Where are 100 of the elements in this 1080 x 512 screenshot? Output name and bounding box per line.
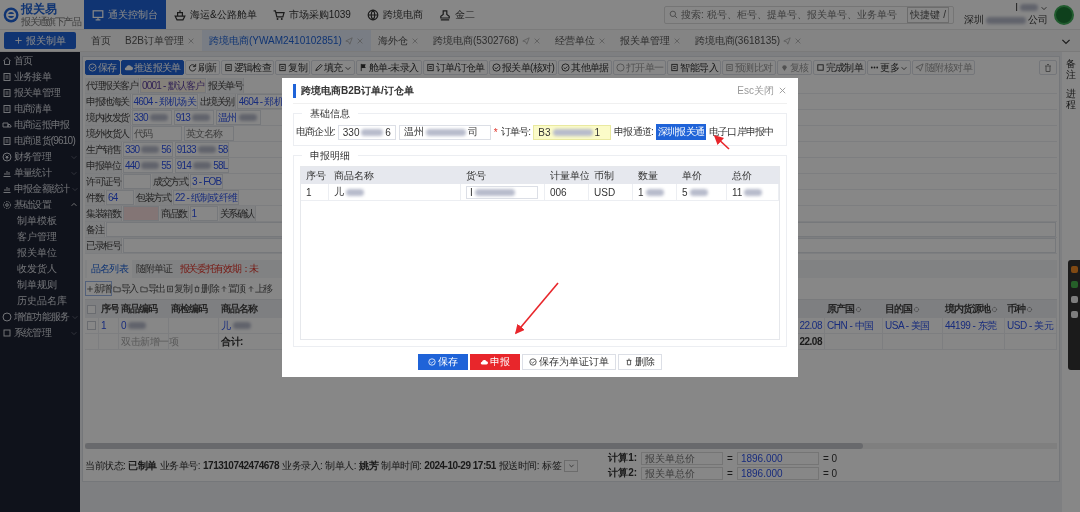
toolbar-button[interactable]: 智能导入: [667, 60, 722, 75]
toolbar-button[interactable]: 报关单(核对): [488, 60, 558, 75]
page-tab[interactable]: 首页: [84, 30, 118, 51]
sidebar-item[interactable]: 电商运抵申报: [0, 117, 80, 133]
page-tab[interactable]: 跨境电商(3618135): [687, 30, 810, 51]
page-tab[interactable]: 跨境电商(5302768): [425, 30, 548, 51]
input-field[interactable]: 温州: [216, 110, 261, 125]
toolbar-button[interactable]: 导出: [138, 281, 166, 296]
input-field[interactable]: 英文名称: [183, 126, 234, 141]
input-field[interactable]: 64: [106, 190, 134, 205]
toolbar-button[interactable]: 复制: [275, 60, 311, 75]
delete-button[interactable]: [1039, 60, 1057, 75]
sidebar-item[interactable]: 业务接单: [0, 69, 80, 85]
sidebar-item[interactable]: 基础设置: [0, 197, 80, 213]
list-tab[interactable]: 随附单证: [131, 260, 177, 278]
list-tab[interactable]: 品名列表: [87, 260, 132, 278]
sidebar-item[interactable]: 制单模板: [0, 213, 80, 229]
floating-widget[interactable]: [1068, 260, 1080, 370]
page-tab[interactable]: 海外仓: [370, 30, 426, 51]
sidebar-item[interactable]: 电商清单: [0, 101, 80, 117]
page-tab[interactable]: 经营单位: [547, 30, 613, 51]
toolbar-button[interactable]: 订单/订仓单: [422, 60, 488, 75]
dialog-button[interactable]: 保存为单证订单: [522, 354, 616, 370]
toolbar-button[interactable]: 填充: [311, 60, 355, 75]
input-field[interactable]: 914 58L: [174, 158, 230, 173]
input-field[interactable]: 1896.000: [736, 466, 819, 480]
sidebar-item[interactable]: 申报金额统计: [0, 181, 80, 197]
page-tab[interactable]: B2B订单管理: [118, 30, 202, 51]
checkbox[interactable]: [87, 304, 96, 314]
input-field[interactable]: 330 6: [337, 124, 396, 140]
input-field[interactable]: 22 - 纸制或纤维: [173, 190, 239, 205]
dialog-button[interactable]: 删除: [618, 354, 662, 370]
input-field[interactable]: 330 56: [123, 142, 173, 157]
input-field[interactable]: 3 - FOB: [190, 174, 224, 189]
scrollbar[interactable]: [85, 443, 1057, 449]
toolbar-button[interactable]: 更多: [867, 60, 911, 75]
sidebar-item[interactable]: 报关单管理: [0, 85, 80, 101]
sidebar-item[interactable]: 收发货人: [0, 261, 80, 277]
input-field[interactable]: 报关单总价: [641, 451, 724, 465]
table-cell: CHN - 中国: [827, 318, 874, 333]
toolbar-button[interactable]: 新增: [85, 281, 112, 296]
search-field[interactable]: 搜索: 税号、柜号、提单号、报关单号、业务单号 快捷键 /: [664, 5, 954, 24]
nav-tab[interactable]: 海运&公路舱单: [166, 0, 265, 29]
close-button[interactable]: [778, 86, 787, 95]
sidebar-item[interactable]: 客户管理: [0, 229, 80, 245]
toolbar-button[interactable]: 刷新: [184, 60, 220, 75]
page-tab[interactable]: 跨境电商(YWAM2410102851): [201, 30, 371, 51]
input-field[interactable]: I: [466, 185, 538, 199]
company-name: 公司: [1028, 13, 1048, 27]
close-icon: [532, 36, 541, 45]
toolbar-button[interactable]: 其他单据: [558, 60, 612, 75]
sidebar-item[interactable]: 历史品名库: [0, 293, 80, 309]
toolbar-button[interactable]: 推送报关单: [120, 60, 184, 75]
scrollbar-thumb[interactable]: [85, 443, 863, 449]
tag-select[interactable]: [564, 459, 579, 472]
input-field[interactable]: 4604 - 郑机场关: [131, 94, 198, 109]
input-field[interactable]: 代码: [131, 126, 182, 141]
nav-tab[interactable]: 通关控制台: [84, 0, 166, 29]
channel-button[interactable]: 深圳报关通: [656, 124, 707, 140]
toolbar-button[interactable]: 导入: [111, 281, 139, 296]
toolbar-button[interactable]: 完成制单: [812, 60, 867, 75]
nav-tab[interactable]: 市场采购1039: [264, 0, 359, 29]
toolbar-button[interactable]: 删除: [192, 281, 220, 296]
input-field[interactable]: 报关单总价: [641, 466, 724, 480]
side-tab[interactable]: 进程: [1066, 88, 1076, 110]
create-button[interactable]: 报关制单: [4, 32, 76, 49]
input-field[interactable]: B3 1: [533, 124, 612, 140]
toolbar-button[interactable]: 舱单-未录入: [355, 60, 422, 75]
side-tab[interactable]: 备注: [1066, 58, 1076, 80]
user-name[interactable]: I: [1015, 2, 1018, 13]
toolbar-button[interactable]: 保存: [85, 60, 120, 75]
input-field[interactable]: 1: [189, 206, 218, 221]
status-label: 制单时间:: [381, 458, 422, 473]
column-header: 币制: [589, 167, 633, 184]
plus-icon: [14, 36, 23, 45]
dialog-button[interactable]: 保存: [418, 354, 468, 370]
input-field[interactable]: 1896.000: [736, 451, 819, 465]
toolbar-button[interactable]: 上移: [245, 281, 273, 296]
toolbar-button[interactable]: 逻辑检查: [220, 60, 275, 75]
nav-tab[interactable]: 跨境电商: [358, 0, 431, 29]
input-field[interactable]: 0001 - 默认客户: [140, 78, 207, 93]
input-field[interactable]: 330: [131, 110, 172, 125]
avatar[interactable]: [1054, 4, 1074, 25]
sidebar-item[interactable]: 报关单位: [0, 245, 80, 261]
sidebar-item[interactable]: 首页: [0, 53, 80, 69]
toolbar-button[interactable]: 复制: [165, 281, 193, 296]
input-field[interactable]: 温州 司: [398, 124, 491, 140]
input-field[interactable]: 9133 58: [174, 142, 230, 157]
sidebar-item[interactable]: 增值功能服务: [0, 309, 80, 325]
sidebar-item[interactable]: 单量统计: [0, 165, 80, 181]
sidebar-item[interactable]: 制单规则: [0, 277, 80, 293]
declare-button[interactable]: 申报: [470, 354, 520, 370]
page-tab[interactable]: 报关单管理: [612, 30, 688, 51]
sidebar-item[interactable]: 财务管理: [0, 149, 80, 165]
sidebar-item[interactable]: 电商退货(9610): [0, 133, 80, 149]
toolbar-button[interactable]: 置顶: [219, 281, 246, 296]
input-field[interactable]: 913: [173, 110, 215, 125]
sidebar-item[interactable]: 系统管理: [0, 325, 80, 341]
checkbox[interactable]: [87, 321, 96, 330]
input-field[interactable]: 440 55: [123, 158, 173, 173]
